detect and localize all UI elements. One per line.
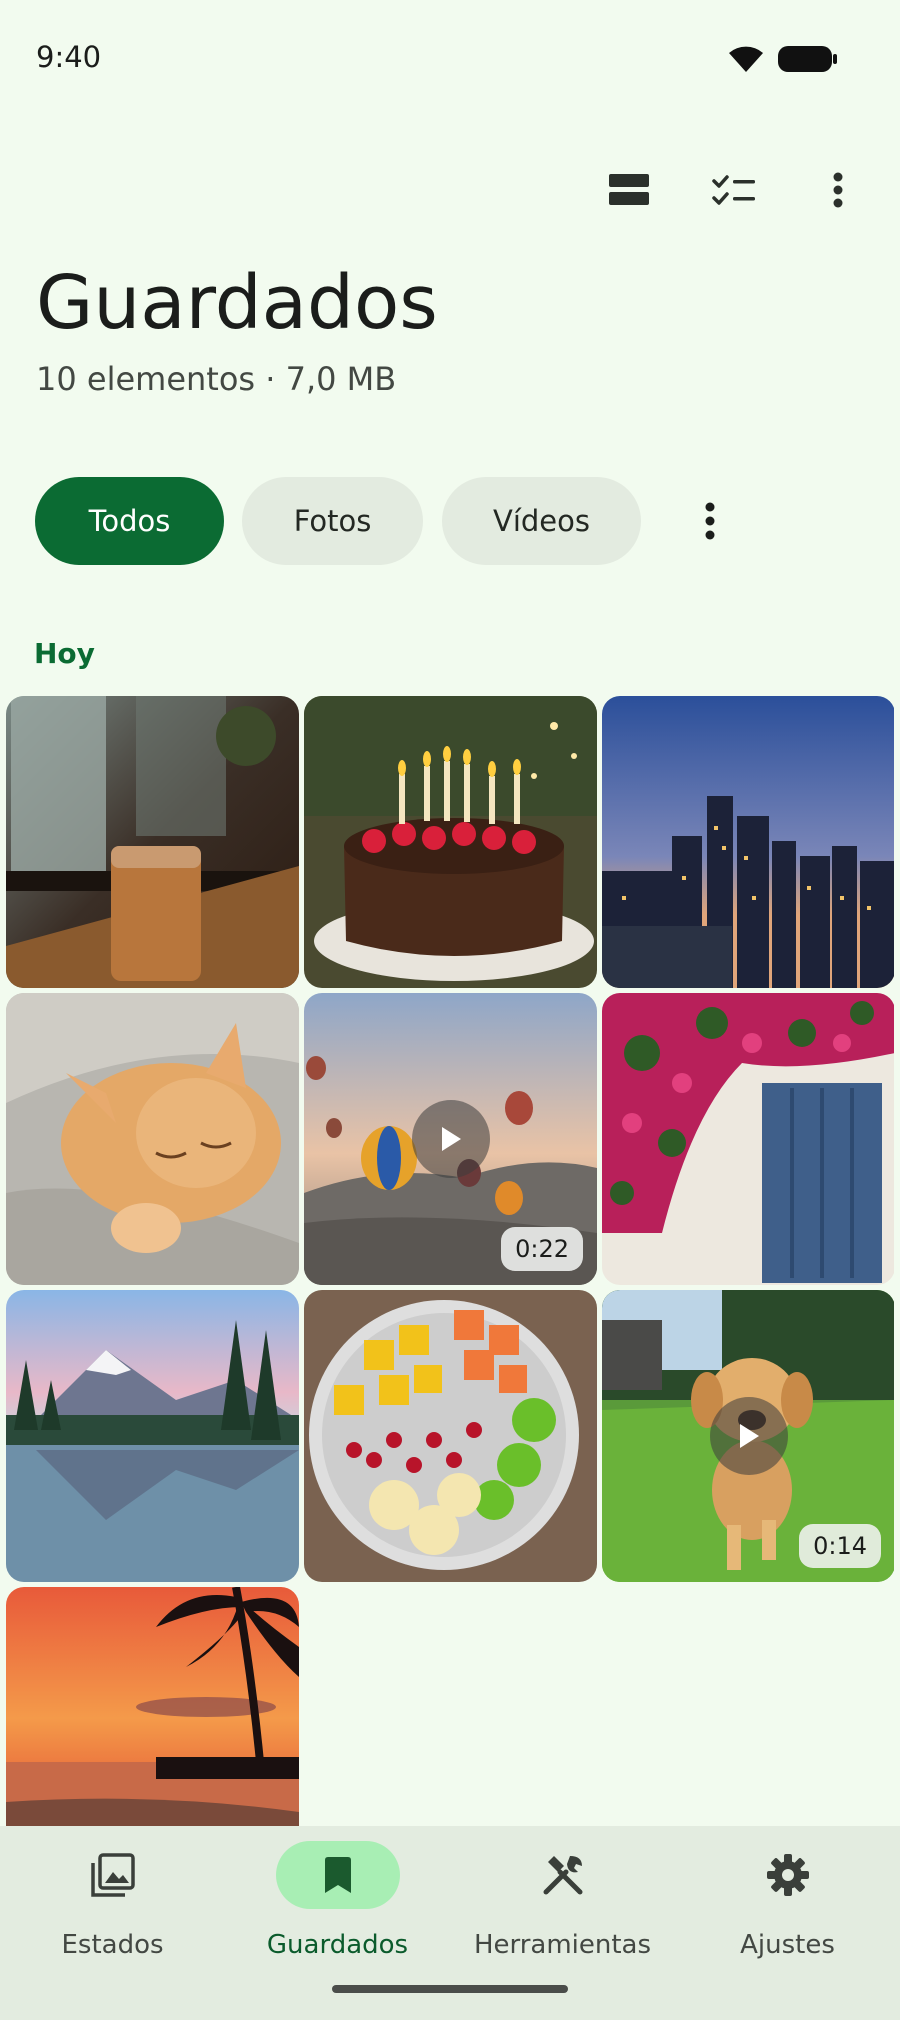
nav-item-herramientas[interactable]: Herramientas (450, 1826, 675, 1976)
kitten-photo (6, 993, 299, 1285)
status-time: 9:40 (36, 40, 102, 74)
chip-fotos[interactable]: Fotos (242, 477, 423, 565)
view-toggle-button[interactable] (597, 160, 661, 220)
fruit-photo (304, 1290, 597, 1582)
media-grid: 0:22 0:14 (6, 696, 894, 1826)
mountain-photo (6, 1290, 299, 1582)
bottom-navigation: Estados Guardados Herramientas Ajustes (0, 1826, 900, 2020)
media-tile-balloons[interactable]: 0:22 (304, 993, 597, 1285)
media-tile-city[interactable] (602, 696, 894, 988)
media-tile-flowers[interactable] (602, 993, 894, 1285)
media-tile-fruit[interactable] (304, 1290, 597, 1582)
top-action-bar (0, 160, 900, 220)
cake-photo (304, 696, 597, 988)
photo-library-icon (90, 1853, 135, 1897)
nav-item-estados[interactable]: Estados (0, 1826, 225, 1976)
city-photo (602, 696, 894, 988)
page-subtitle: 10 elementos · 7,0 MB (36, 360, 397, 398)
nav-pill (726, 1841, 850, 1909)
nav-label: Guardados (266, 1930, 409, 1960)
media-tile-kitten[interactable] (6, 993, 299, 1285)
play-button[interactable] (411, 1100, 490, 1178)
page-title: Guardados (36, 260, 438, 346)
play-button[interactable] (709, 1397, 788, 1475)
filter-more-button[interactable] (686, 477, 734, 565)
select-items-button[interactable] (702, 160, 766, 220)
video-duration-badge: 0:14 (799, 1524, 881, 1568)
settings-gear-icon (766, 1854, 809, 1896)
nav-pill-active (275, 1841, 400, 1909)
nav-label: Herramientas (473, 1930, 652, 1960)
checklist-icon (712, 175, 755, 205)
nav-pill (501, 1841, 625, 1909)
more-vert-icon (705, 502, 715, 540)
bookmark-icon (324, 1857, 351, 1893)
nav-pill (51, 1841, 175, 1909)
chip-videos[interactable]: Vídeos (442, 477, 641, 565)
media-tile-puppy[interactable]: 0:14 (602, 1290, 894, 1582)
chip-todos[interactable]: Todos (35, 477, 224, 565)
view-stream-icon (609, 174, 649, 205)
section-label-today: Hoy (34, 637, 95, 670)
nav-item-ajustes[interactable]: Ajustes (675, 1826, 900, 1976)
flowers-photo (602, 993, 894, 1285)
media-tile-sunset[interactable] (6, 1587, 299, 1826)
play-icon (739, 1424, 759, 1448)
media-tile-coffee[interactable] (6, 696, 299, 988)
nav-label: Estados (61, 1930, 164, 1960)
tools-icon (543, 1856, 582, 1895)
sunset-photo (6, 1587, 299, 1826)
more-options-button[interactable] (806, 160, 870, 220)
more-vert-icon (833, 172, 843, 208)
status-bar: 9:40 (0, 0, 900, 110)
nav-item-guardados[interactable]: Guardados (225, 1826, 450, 1976)
nav-label: Ajustes (740, 1930, 835, 1960)
video-duration-badge: 0:22 (501, 1227, 583, 1271)
home-indicator[interactable] (332, 1985, 568, 1993)
play-icon (441, 1127, 461, 1151)
media-tile-mountain[interactable] (6, 1290, 299, 1582)
media-tile-cake[interactable] (304, 696, 597, 988)
coffee-photo (6, 696, 299, 988)
battery-icon (778, 46, 837, 72)
wifi-icon (729, 46, 763, 72)
